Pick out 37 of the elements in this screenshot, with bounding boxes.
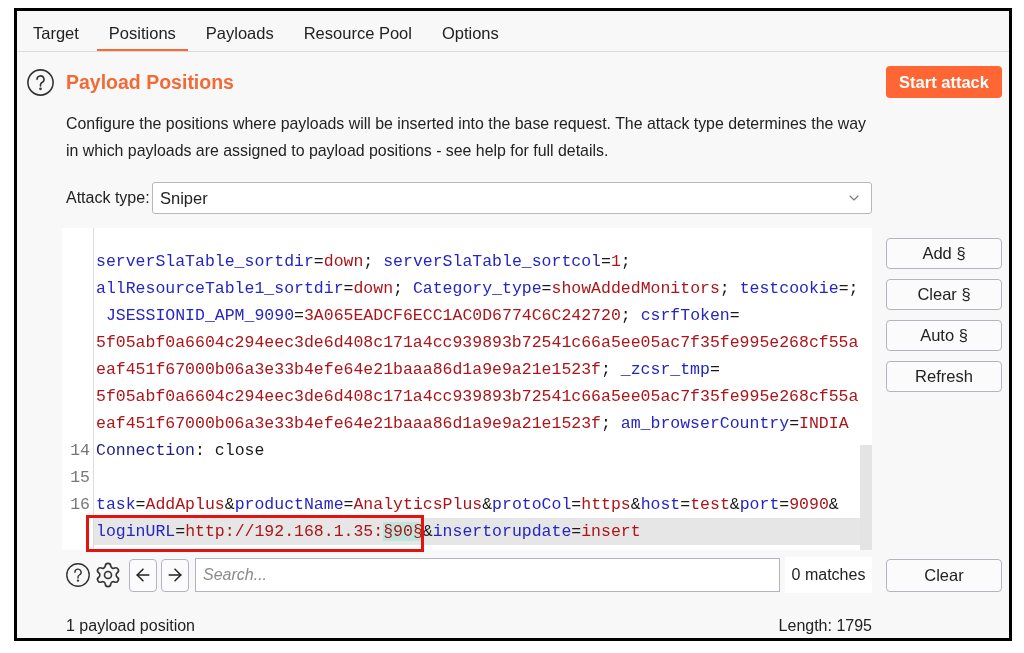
code-line: task=AddAplus&productName=AnalyticsPlus&protoCol=https&host=test&port=9090& <box>95 494 839 516</box>
side-button[interactable]: Auto § <box>886 320 1002 351</box>
side-button[interactable]: Refresh <box>886 361 1002 392</box>
previous-button[interactable] <box>129 558 157 592</box>
line-number: 14 <box>69 440 91 462</box>
code-line: 5f05abf0a6604c294eec3de6d408c171a4cc939893b72541c66a5ee05ac7f35fe995e268cf55a <box>95 386 859 408</box>
code-line: JSESSIONID_APM_9090=3A065EADCF6ECC1AC0D6774C6C242720; csrfToken= <box>104 305 740 327</box>
length-text: Length: 1795 <box>778 617 872 635</box>
tab[interactable]: Payloads <box>193 11 286 51</box>
code-line: eaf451f67000b06a3e33b4efe64e21baaa86d1a9e9a21e1523f; _zcsr_tmp= <box>95 359 720 381</box>
line-number: 16 <box>69 494 91 516</box>
line-number: 15 <box>69 467 91 489</box>
side-button[interactable]: Clear § <box>886 279 1002 310</box>
scrollbar-thumb[interactable] <box>860 445 872 550</box>
next-button[interactable] <box>161 558 189 592</box>
clear-button[interactable]: Clear <box>886 558 1002 592</box>
section-title: Payload Positions <box>65 70 235 94</box>
code-line: 5f05abf0a6604c294eec3de6d408c171a4cc939893b72541c66a5ee05ac7f35fe995e268cf55a <box>95 332 859 354</box>
attack-type-dropdown[interactable]: Sniper <box>152 182 872 214</box>
tab[interactable]: Resource Pool <box>291 11 424 51</box>
field-label: Attack type: <box>65 189 151 207</box>
payload-count: 1 payload position <box>66 617 195 635</box>
search-field[interactable]: Search... <box>195 558 780 592</box>
match-count: 0 matches <box>785 557 872 593</box>
code-line: allResourceTable1_sortdir=down; Category_type=showAddedMonitors; testcookie=; <box>95 278 859 300</box>
code-line: Connection: close <box>95 440 265 462</box>
code-line: eaf451f67000b06a3e33b4efe64e21baaa86d1a9e9a21e1523f; am_browserCountry=INDIA <box>95 413 849 435</box>
settings-icon[interactable] <box>94 561 122 589</box>
side-button[interactable]: Add § <box>886 238 1002 269</box>
help-icon[interactable] <box>27 68 54 96</box>
tab[interactable]: Target <box>21 11 91 51</box>
help-icon[interactable] <box>66 563 90 587</box>
tab[interactable]: Options <box>429 11 511 51</box>
description-text: Configure the positions where payloads will be inserted into the base request. The attack type determines the way in which payloads are assigned to payload positions - see help for full details. <box>65 114 867 161</box>
request-editor[interactable] <box>62 228 872 550</box>
code-line: serverSlaTable_sortdir=down; serverSlaTable_sortcol=1; <box>95 251 631 273</box>
tab[interactable]: Positions <box>96 11 188 51</box>
